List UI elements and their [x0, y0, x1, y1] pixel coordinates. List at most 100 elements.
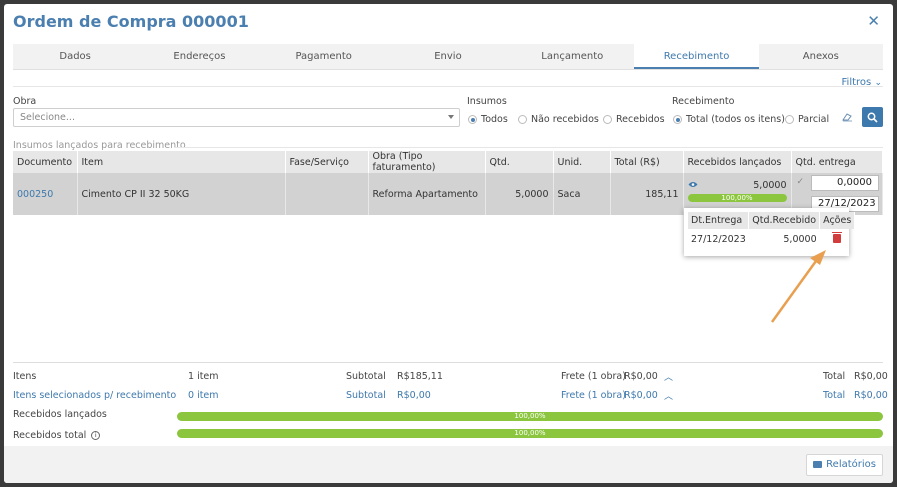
subtotal-label: Subtotal — [346, 371, 386, 382]
clear-filters-icon[interactable] — [842, 112, 853, 125]
modal-title: Ordem de Compra 000001 — [13, 12, 249, 31]
sel-frete-label: Frete (1 obra) — [561, 390, 626, 401]
cell-fase — [285, 173, 369, 215]
tab-anexos[interactable]: Anexos — [759, 44, 883, 69]
tab-bar: Dados Endereços Pagamento Envio Lançamen… — [13, 44, 883, 70]
recebimento-radio-parcial-label: Parcial — [798, 114, 830, 125]
cell-qtd: 5,0000 — [485, 173, 554, 215]
recebidos-progress-bar: 100,00% — [687, 194, 787, 202]
close-icon[interactable]: ✕ — [867, 12, 880, 30]
search-icon — [867, 112, 878, 123]
sel-subtotal-label: Subtotal — [346, 390, 386, 401]
recebidos-total-progress-bar: 100,00% — [177, 429, 883, 438]
col-obra: Obra (Tipo faturamento) — [368, 151, 486, 173]
recebidos-total-row: Recebidos total i — [13, 430, 101, 441]
frete-label: Frete (1 obra) — [561, 371, 626, 382]
recebimento-radio-total[interactable]: Total (todos os itens) — [673, 114, 785, 125]
section-divider — [174, 147, 883, 148]
col-qtd: Qtd. — [485, 151, 554, 173]
caret-down-icon — [448, 115, 454, 119]
report-icon — [813, 460, 823, 468]
col-qtd-entrega: Qtd. entrega — [791, 151, 883, 173]
col-recebidos: Recebidos lançados — [683, 151, 792, 173]
chevron-up-icon[interactable]: ︿ — [664, 370, 673, 383]
col-documento: Documento — [13, 151, 78, 173]
cell-obra: Reforma Apartamento — [368, 173, 486, 215]
popup-col-qtd: Qtd.Recebido — [748, 212, 821, 229]
recebidos-popup: Dt.Entrega Qtd.Recebido Ações 27/12/2023… — [684, 208, 856, 256]
sel-value: 0 item — [188, 390, 219, 401]
radio-selected-icon — [673, 115, 682, 124]
col-fase: Fase/Serviço — [285, 151, 369, 173]
sel-total-value: R$0,00 — [854, 390, 888, 401]
filters-divider — [13, 86, 883, 87]
info-icon[interactable]: i — [91, 431, 101, 440]
radio-icon — [603, 115, 612, 124]
radio-icon — [518, 115, 527, 124]
popup-row: 27/12/2023 5,0000 — [688, 229, 855, 250]
recebimento-radio-parcial[interactable]: Parcial — [785, 114, 829, 125]
tab-recebimento[interactable]: Recebimento — [634, 44, 759, 69]
recebidos-lancados-label: Recebidos lançados — [13, 409, 107, 420]
qtd-entrega-input[interactable]: 0,0000 — [811, 175, 879, 191]
sel-frete-value: R$0,00 — [624, 390, 658, 401]
total-label: Total — [823, 371, 846, 382]
grid-section-title: Insumos lançados para recebimento — [13, 140, 186, 151]
popup-col-acoes: Ações — [819, 212, 856, 229]
itens-selecionados-link[interactable]: Itens selecionados p/ recebimento — [13, 390, 176, 401]
frete-value: R$0,00 — [624, 371, 658, 382]
sel-subtotal-value: R$0,00 — [397, 390, 431, 401]
radio-selected-icon — [468, 115, 477, 124]
sel-total-label: Total — [823, 390, 846, 401]
cell-unid: Saca — [553, 173, 611, 215]
insumos-radio-recebidos[interactable]: Recebidos — [603, 114, 665, 125]
eye-icon[interactable] — [688, 180, 698, 191]
recebidos-lancados-progress-bar: 100,00% — [177, 412, 883, 421]
footer-divider — [13, 362, 883, 363]
tab-enderecos[interactable]: Endereços — [137, 44, 261, 69]
document-link[interactable]: 000250 — [17, 189, 53, 200]
modal-footer: Relatórios — [4, 446, 893, 483]
subtotal-value: R$185,11 — [397, 371, 443, 382]
obra-select-value: Selecione... — [20, 112, 75, 123]
tab-envio[interactable]: Envio — [386, 44, 510, 69]
radio-icon — [785, 115, 794, 124]
recebimento-label: Recebimento — [672, 96, 735, 107]
col-item: Item — [77, 151, 286, 173]
insumos-radio-recebidos-label: Recebidos — [616, 114, 665, 125]
recebidos-value: 5,0000 — [753, 180, 787, 191]
obra-select[interactable]: Selecione... — [13, 108, 460, 127]
recebimento-radio-total-label: Total (todos os itens) — [686, 114, 785, 125]
popup-cell-data: 27/12/2023 — [691, 234, 746, 245]
itens-value: 1 item — [188, 371, 219, 382]
col-total: Total (R$) — [610, 151, 684, 173]
relatorios-label: Relatórios — [826, 459, 876, 470]
popup-cell-qtd: 5,0000 — [783, 234, 817, 245]
cell-item: Cimento CP II 32 50KG — [77, 173, 286, 215]
cell-total: 185,11 — [610, 173, 684, 215]
tab-lancamento[interactable]: Lançamento — [510, 44, 634, 69]
search-button[interactable] — [862, 107, 883, 127]
recebidos-total-label: Recebidos total — [13, 430, 87, 441]
col-unid: Unid. — [553, 151, 611, 173]
purchase-order-modal: Ordem de Compra 000001 ✕ Dados Endereços… — [4, 4, 893, 483]
insumos-radio-nao-recebidos[interactable]: Não recebidos — [518, 114, 599, 125]
itens-label: Itens — [13, 371, 37, 382]
popup-table: Dt.Entrega Qtd.Recebido Ações 27/12/2023… — [688, 212, 856, 250]
tab-dados[interactable]: Dados — [13, 44, 137, 69]
relatorios-button[interactable]: Relatórios — [806, 454, 883, 476]
obra-label: Obra — [13, 96, 37, 107]
insumos-radio-todos-label: Todos — [481, 114, 508, 125]
insumos-label: Insumos — [467, 96, 507, 107]
items-table: Documento Item Fase/Serviço Obra (Tipo f… — [13, 151, 883, 215]
insumos-radio-todos[interactable]: Todos — [468, 114, 508, 125]
total-value: R$0,00 — [854, 371, 888, 382]
trash-icon[interactable] — [832, 231, 843, 243]
popup-col-data: Dt.Entrega — [688, 212, 750, 229]
check-icon[interactable]: ✓ — [797, 177, 805, 187]
cell-documento[interactable]: 000250 — [13, 173, 78, 215]
tab-pagamento[interactable]: Pagamento — [262, 44, 386, 69]
chevron-up-icon[interactable]: ︿ — [664, 389, 673, 402]
insumos-radio-nao-recebidos-label: Não recebidos — [531, 114, 599, 125]
popup-cell-actions — [820, 229, 855, 250]
